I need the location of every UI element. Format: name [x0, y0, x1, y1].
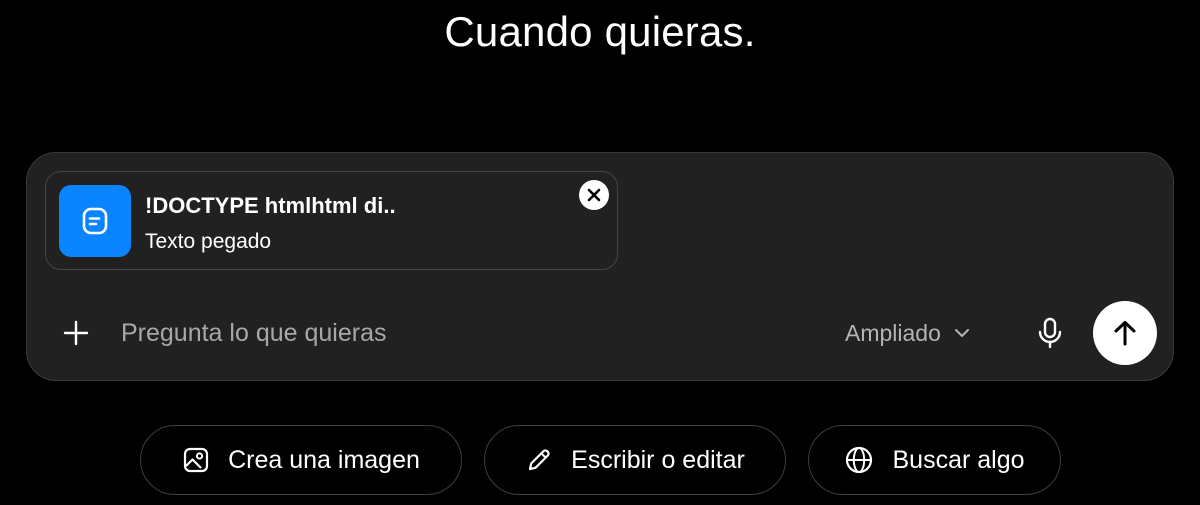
microphone-icon [1038, 317, 1062, 349]
attachment-subtitle: Texto pegado [145, 230, 272, 253]
document-icon [59, 185, 131, 257]
chevron-down-icon [954, 329, 969, 337]
pencil-icon [529, 449, 550, 471]
suggestion-label: Escribir o editar [571, 445, 745, 474]
chat-home: Cuando quieras. !DOCTYPE htmlhtml di.. T… [0, 0, 1200, 505]
composer: !DOCTYPE htmlhtml di.. Texto pegado Ampl… [26, 152, 1174, 381]
plus-icon [63, 320, 89, 346]
prompt-input[interactable] [121, 313, 801, 353]
suggestion-create-image[interactable]: Crea una imagen [140, 425, 462, 495]
suggestion-search[interactable]: Buscar algo [808, 425, 1061, 495]
suggestion-write-edit[interactable]: Escribir o editar [484, 425, 786, 495]
image-icon [183, 447, 209, 473]
suggestion-label: Buscar algo [892, 445, 1025, 474]
pasted-text-attachment[interactable]: !DOCTYPE htmlhtml di.. Texto pegado [45, 171, 618, 270]
close-icon [587, 188, 601, 202]
suggestion-label: Crea una imagen [228, 445, 420, 474]
voice-input-button[interactable] [1032, 315, 1068, 351]
add-attachment-button[interactable] [59, 316, 93, 350]
attachment-title: !DOCTYPE htmlhtml di.. [145, 193, 396, 218]
remove-attachment-button[interactable] [579, 180, 609, 210]
model-selector-label: Ampliado [845, 319, 941, 346]
page-headline: Cuando quieras. [444, 8, 756, 55]
send-button[interactable] [1093, 301, 1157, 365]
arrow-up-icon [1114, 321, 1136, 346]
model-selector[interactable]: Ampliado [845, 316, 971, 350]
globe-icon [846, 446, 873, 474]
